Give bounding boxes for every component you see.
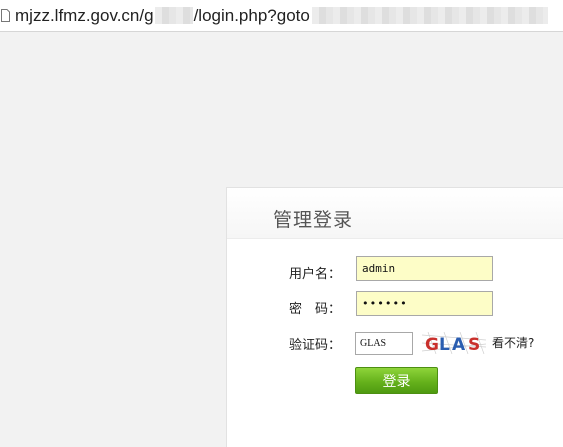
address-bar[interactable]: mjzz.lfmz.gov.cn/g/login.php?goto	[0, 0, 563, 32]
captcha-input[interactable]	[355, 332, 413, 355]
captcha-char: G	[425, 335, 439, 354]
password-label: 密 码：	[289, 302, 342, 317]
username-label: 用户名：	[289, 267, 342, 282]
captcha-refresh-link[interactable]: 看不清?	[492, 334, 534, 351]
login-button[interactable]: 登录	[355, 367, 438, 394]
url-redacted-query	[311, 7, 548, 24]
password-input[interactable]	[356, 291, 493, 316]
url-redacted-segment	[154, 7, 193, 24]
captcha-label: 验证码：	[289, 338, 342, 353]
captcha-char: L	[439, 335, 450, 354]
username-input[interactable]	[356, 256, 493, 281]
login-panel-header: 管理登录	[227, 188, 563, 239]
login-title: 管理登录	[273, 209, 354, 231]
url-host: mjzz.lfmz.gov.cn/g	[15, 6, 154, 25]
page-icon	[1, 9, 10, 22]
url-text[interactable]: mjzz.lfmz.gov.cn/g/login.php?goto	[15, 6, 548, 26]
login-panel: 管理登录 用户名： 密 码： 验证码： G L A S 看不清? 登录	[226, 187, 563, 447]
captcha-char: S	[468, 335, 480, 354]
captcha-char: A	[452, 335, 466, 354]
captcha-image[interactable]: G L A S	[422, 332, 486, 354]
url-path: /login.php?goto	[193, 6, 310, 25]
